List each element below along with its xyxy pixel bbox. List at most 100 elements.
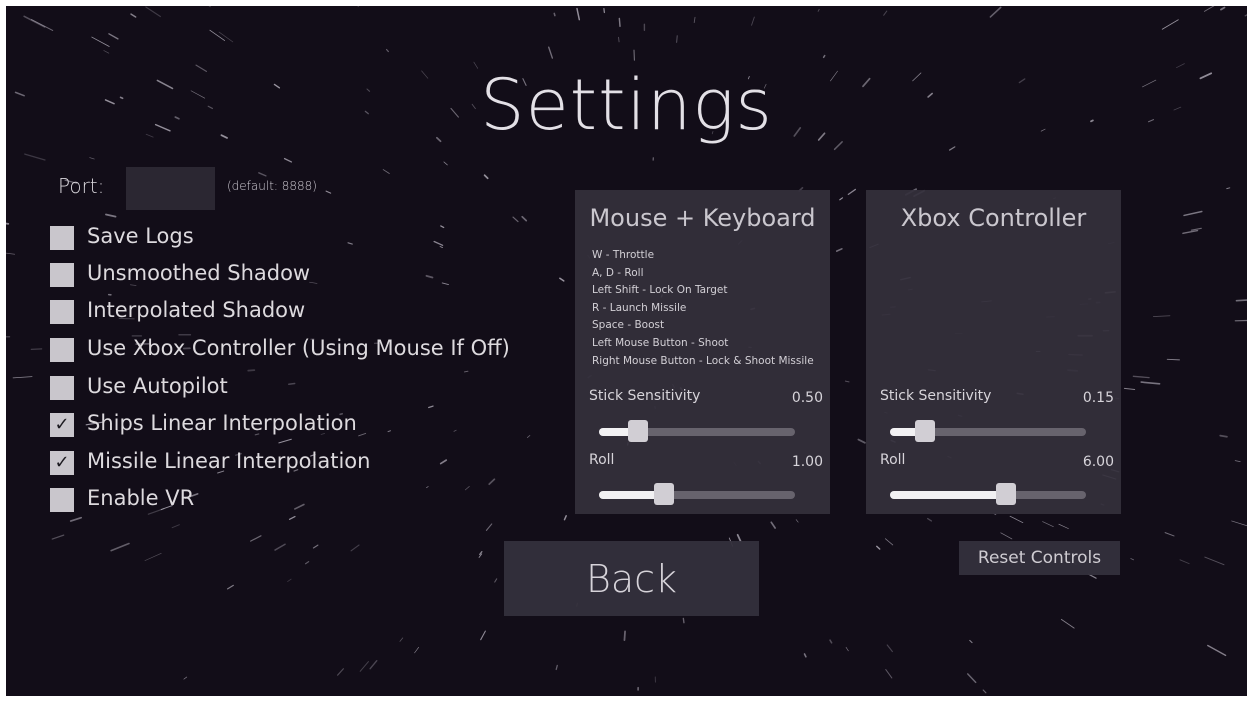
slider-handle[interactable] [653, 483, 674, 505]
star-streak [6, 252, 16, 255]
star-streak [1220, 6, 1226, 11]
mk-stick-sensitivity-label: Stick Sensitivity [589, 388, 701, 404]
slider-handle[interactable] [995, 483, 1016, 505]
star-streak [682, 617, 685, 624]
checkmark-icon [50, 300, 74, 324]
checkmark-icon: ✓ [54, 452, 70, 473]
missile-linear-interpolation-checkbox[interactable]: ✓ [50, 451, 74, 475]
star-streak [857, 438, 866, 444]
star-streak [926, 517, 933, 522]
use-xbox-controller-checkbox[interactable] [50, 338, 74, 362]
enable-vr-checkbox[interactable] [50, 488, 74, 512]
control-line: Space - Boost [592, 319, 665, 332]
back-button-label: Back [585, 556, 678, 601]
star-streak [494, 578, 498, 583]
star-streak [1207, 644, 1227, 657]
xb-roll-slider[interactable] [890, 483, 1086, 505]
star-streak [274, 543, 286, 551]
star-streak [829, 639, 833, 644]
checkmark-icon [50, 263, 74, 287]
star-streak [844, 380, 850, 383]
star-streak [440, 225, 445, 229]
star-streak [817, 8, 820, 12]
star-streak [1153, 315, 1171, 317]
ships-linear-interpolation-label: Ships Linear Interpolation [87, 411, 357, 435]
interpolated-shadow-checkbox[interactable] [50, 300, 74, 324]
checkmark-icon [50, 488, 74, 512]
star-streak [385, 48, 389, 53]
control-line: W - Throttle [592, 249, 655, 261]
star-streak [751, 16, 755, 26]
slider-handle[interactable] [628, 420, 649, 442]
back-button[interactable]: Back [504, 541, 759, 616]
mk-stick-sensitivity-slider[interactable] [599, 420, 795, 442]
interpolated-shadow-label: Interpolated Shadow [87, 298, 306, 322]
star-streak [208, 6, 211, 8]
star-streak [288, 382, 296, 386]
star-streak [770, 521, 776, 529]
star-streak [358, 432, 367, 437]
star-streak [982, 689, 987, 694]
port-input[interactable] [126, 167, 215, 210]
star-streak [845, 646, 849, 652]
reset-controls-label: Reset Controls [977, 548, 1102, 568]
slider-handle[interactable] [915, 420, 936, 442]
star-streak [288, 515, 296, 520]
checkmark-icon: ✓ [54, 414, 70, 435]
page-title: Settings [480, 64, 773, 146]
star-streak [883, 10, 888, 16]
save-logs-checkbox[interactable] [50, 226, 74, 250]
checkmark-icon [50, 376, 74, 400]
star-streak [559, 277, 565, 282]
star-streak [283, 157, 293, 163]
star-streak [1179, 559, 1190, 565]
star-streak [675, 35, 678, 43]
xb-roll-label: Roll [880, 452, 906, 468]
star-streak [312, 544, 319, 549]
star-streak [463, 370, 469, 373]
unsmoothed-shadow-checkbox[interactable] [50, 263, 74, 287]
star-streak [1000, 532, 1013, 540]
star-streak [250, 535, 262, 542]
star-streak [439, 246, 443, 248]
star-streak [966, 673, 977, 684]
star-streak [441, 282, 449, 286]
star-streak [1190, 227, 1202, 231]
star-streak [512, 216, 519, 223]
star-streak [369, 660, 378, 670]
star-streak [886, 644, 893, 653]
star-streak [387, 430, 391, 433]
star-streak [433, 240, 444, 246]
star-streak [91, 36, 110, 47]
star-streak [884, 538, 894, 546]
star-streak [51, 534, 65, 540]
xb-stick-sensitivity-slider[interactable] [890, 420, 1086, 442]
xb-roll-value: 6.00 [1082, 454, 1114, 470]
xbox-controller-panel: Xbox Controller Stick Sensitivity 0.15 R… [866, 190, 1121, 514]
star-streak [547, 46, 554, 59]
ships-linear-interpolation-checkbox[interactable]: ✓ [50, 413, 74, 437]
star-streak [12, 376, 33, 379]
star-streak [258, 172, 267, 177]
star-streak [1060, 618, 1075, 629]
star-streak [1234, 460, 1241, 463]
xbox-controller-title: Xbox Controller [900, 204, 1087, 232]
star-streak [1231, 520, 1247, 527]
port-default-hint: (default: 8888) [227, 179, 317, 193]
control-line: Left Mouse Button - Shoot [592, 336, 729, 349]
star-streak [1182, 229, 1199, 235]
star-streak [693, 16, 696, 24]
star-streak [425, 274, 434, 279]
star-streak [1130, 558, 1135, 561]
mk-roll-value: 1.00 [791, 454, 823, 470]
use-autopilot-checkbox[interactable] [50, 376, 74, 400]
reset-controls-button[interactable]: Reset Controls [959, 541, 1120, 575]
mk-roll-slider[interactable] [599, 483, 795, 505]
star-streak [218, 31, 234, 43]
star-streak [443, 161, 448, 166]
slider-fill [890, 491, 1006, 499]
star-streak [483, 174, 489, 180]
star-streak [347, 242, 353, 245]
star-streak [350, 544, 360, 552]
star-streak [948, 146, 956, 151]
